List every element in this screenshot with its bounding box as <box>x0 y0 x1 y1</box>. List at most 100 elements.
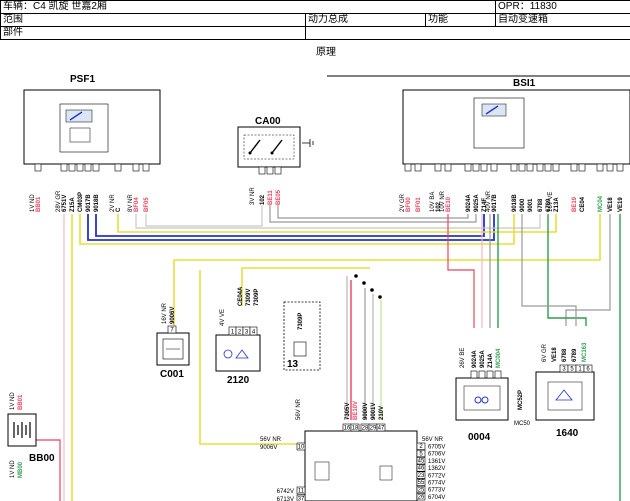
ecu-top-pin-box-number: 29 <box>370 426 377 432</box>
bsi1-pin-box <box>536 163 544 172</box>
c1640-valve-icon <box>555 389 573 401</box>
ecu-right-wire: 6773V <box>428 488 445 494</box>
ecu-right-wire: 6772V <box>428 473 445 479</box>
c2120-pin-wire: 7309P <box>254 289 260 306</box>
psf1-pin-color: 8V NR <box>128 194 134 212</box>
c1640-pin-wire: 6788 <box>562 348 568 362</box>
ecu-right-pin-box-number: 45 <box>418 459 425 465</box>
bsi1-pin-wire: 9000 <box>520 198 526 212</box>
wire-green-1640 <box>547 214 587 326</box>
psf1-pin-box <box>142 163 150 172</box>
ecu-left-pin-box-number: 10 <box>298 445 305 451</box>
ecu-right-wire: 6706V <box>428 452 445 458</box>
c2120-pins: 1 2 3 44V VECE04A 7309V 7309P <box>220 286 260 336</box>
psf1-pin-box <box>76 163 84 172</box>
ecu-right-pin-box-number: 46 <box>418 466 425 472</box>
ecu-left-color: 56V NR <box>260 437 282 443</box>
bsi1-pin-wire: MC04 <box>598 195 604 212</box>
c13-pins: 7309P <box>298 313 304 330</box>
ecu-top-pin-wire: 7305V <box>345 403 351 420</box>
c0004-coil-2 <box>481 396 489 404</box>
ca00-pin-box <box>266 166 274 175</box>
bsi1-pin-color: 2V GR <box>400 193 406 212</box>
c13-connector <box>293 341 307 357</box>
ecu-right-pin-box-number: 55 <box>418 480 425 486</box>
bb00-pin-color: 1V ND <box>10 460 16 478</box>
bsi1-pin-wire: BF00 <box>406 197 412 212</box>
ca00-pin-color: 3V NR <box>250 187 256 205</box>
c2120-pin-color: 4V VE <box>220 309 226 326</box>
wire-junction-dot <box>362 281 366 285</box>
bsi1-pin-wire: 9017B <box>492 194 498 212</box>
ecu-box <box>304 430 418 501</box>
bsi1-pin-wire: 9018B <box>512 194 518 212</box>
bsi1-pin-box <box>518 163 526 172</box>
c2120-title: 2120 <box>227 375 250 386</box>
ecu-left-bottom-wire: 6713V <box>277 497 294 501</box>
ca00-switch-frame <box>243 134 295 160</box>
c0004-pin-wire: 9025A <box>480 350 486 368</box>
ca00-pin-wire: 102 <box>260 194 266 205</box>
bsi1-pin-box <box>472 163 480 172</box>
ecu-left-bottom-pin-box-number: 37 <box>298 497 305 501</box>
ecu-left-wire: 9006V <box>260 445 277 451</box>
bsi1-pin-box <box>510 163 518 172</box>
ecu-top-color: 56V NR <box>296 398 302 420</box>
ecu-top-pin-box-number: 18 <box>352 426 359 432</box>
bsi1-pin-wire: BF01 <box>416 197 422 212</box>
c13-title: 13 <box>287 359 299 370</box>
ca00-node-2 <box>270 151 274 155</box>
bsi1-pin-wire: 9001 <box>528 198 534 212</box>
bb00-pin-wire: BB01 <box>18 394 24 410</box>
ca00-title: CA00 <box>255 116 281 127</box>
c2120-sensor-symbol <box>223 349 233 359</box>
wire-layer <box>36 205 621 501</box>
key-icon <box>302 139 314 147</box>
bsi1-pin-color: 16V VE <box>548 192 554 212</box>
wiring-diagram: PSF1 BB011V ND 6751V28V GR Z15A CM03P 9017B 9… <box>7 74 630 501</box>
ecu-top-pin-box-number: 47 <box>378 426 385 432</box>
c1640-pin-wire: VE18 <box>552 347 558 362</box>
ecu-pins: 16 7305V18 BE10V28 9000V29 9001V47 210V 56V NR… <box>260 398 445 501</box>
c2120-pin-wire: 7309V <box>246 289 252 306</box>
wire-junction-dot <box>378 295 382 299</box>
psf1-pins: BB011V ND 6751V28V GR Z15A CM03P 9017B 9018B C… <box>30 163 150 212</box>
c1640-pin-wire: 6789 <box>572 348 578 362</box>
c001-pin-wire: 9006V <box>170 307 176 324</box>
wire-gray-bf05 <box>145 205 263 227</box>
ecu-right-wire: 1362V <box>428 466 445 472</box>
c0004-pin-box <box>478 370 486 379</box>
ca00-switch-2 <box>271 139 283 154</box>
psf1-pin-wire: Z15A <box>70 197 76 212</box>
ca00-pin-box <box>274 166 282 175</box>
wire-pink-0004 <box>447 214 475 328</box>
bb00-title: BB00 <box>29 453 55 464</box>
c0004-pin-wire: MC004 <box>496 348 502 368</box>
bsi1-pin-wire: Z13A <box>554 197 560 212</box>
psf1-pin-wire: BB01 <box>36 196 42 212</box>
bsi1-box <box>402 89 630 165</box>
bsi1-pin-wire: 6788 <box>538 198 544 212</box>
ecu-top-pin-wire: 9001V <box>371 403 377 420</box>
psf1-pin-box <box>132 163 140 172</box>
ca00-node-1 <box>248 151 252 155</box>
c0004-pin-box <box>486 370 494 379</box>
c1640-box <box>535 371 595 421</box>
bsi1-pin-color: 10V BA <box>430 192 436 212</box>
c2120-pin-wire: CE04A <box>238 286 244 306</box>
bsi1-title: BSI1 <box>513 78 536 89</box>
c0004-title: 0004 <box>468 432 491 443</box>
bsi1-pin-wire: VE18 <box>608 197 614 212</box>
ecu-left-bottom-wire: 6742V <box>277 489 294 495</box>
psf1-pin-color: 1V ND <box>30 194 36 212</box>
psf1-pin-color: 28V GR <box>56 190 62 212</box>
c0004-pin-box <box>470 370 478 379</box>
bsi1-relay <box>481 103 507 117</box>
ecu-top-pin-wire: BE10V <box>353 401 359 420</box>
psf1-title: PSF1 <box>70 74 95 85</box>
bsi1-pin-box <box>570 163 578 172</box>
psf1-pin-wire: C <box>116 207 122 212</box>
bsi1-pin-box <box>578 163 586 172</box>
ecu-right-color: 56V NR <box>422 437 444 443</box>
psf1-pin-wire: 6751V <box>62 195 68 212</box>
